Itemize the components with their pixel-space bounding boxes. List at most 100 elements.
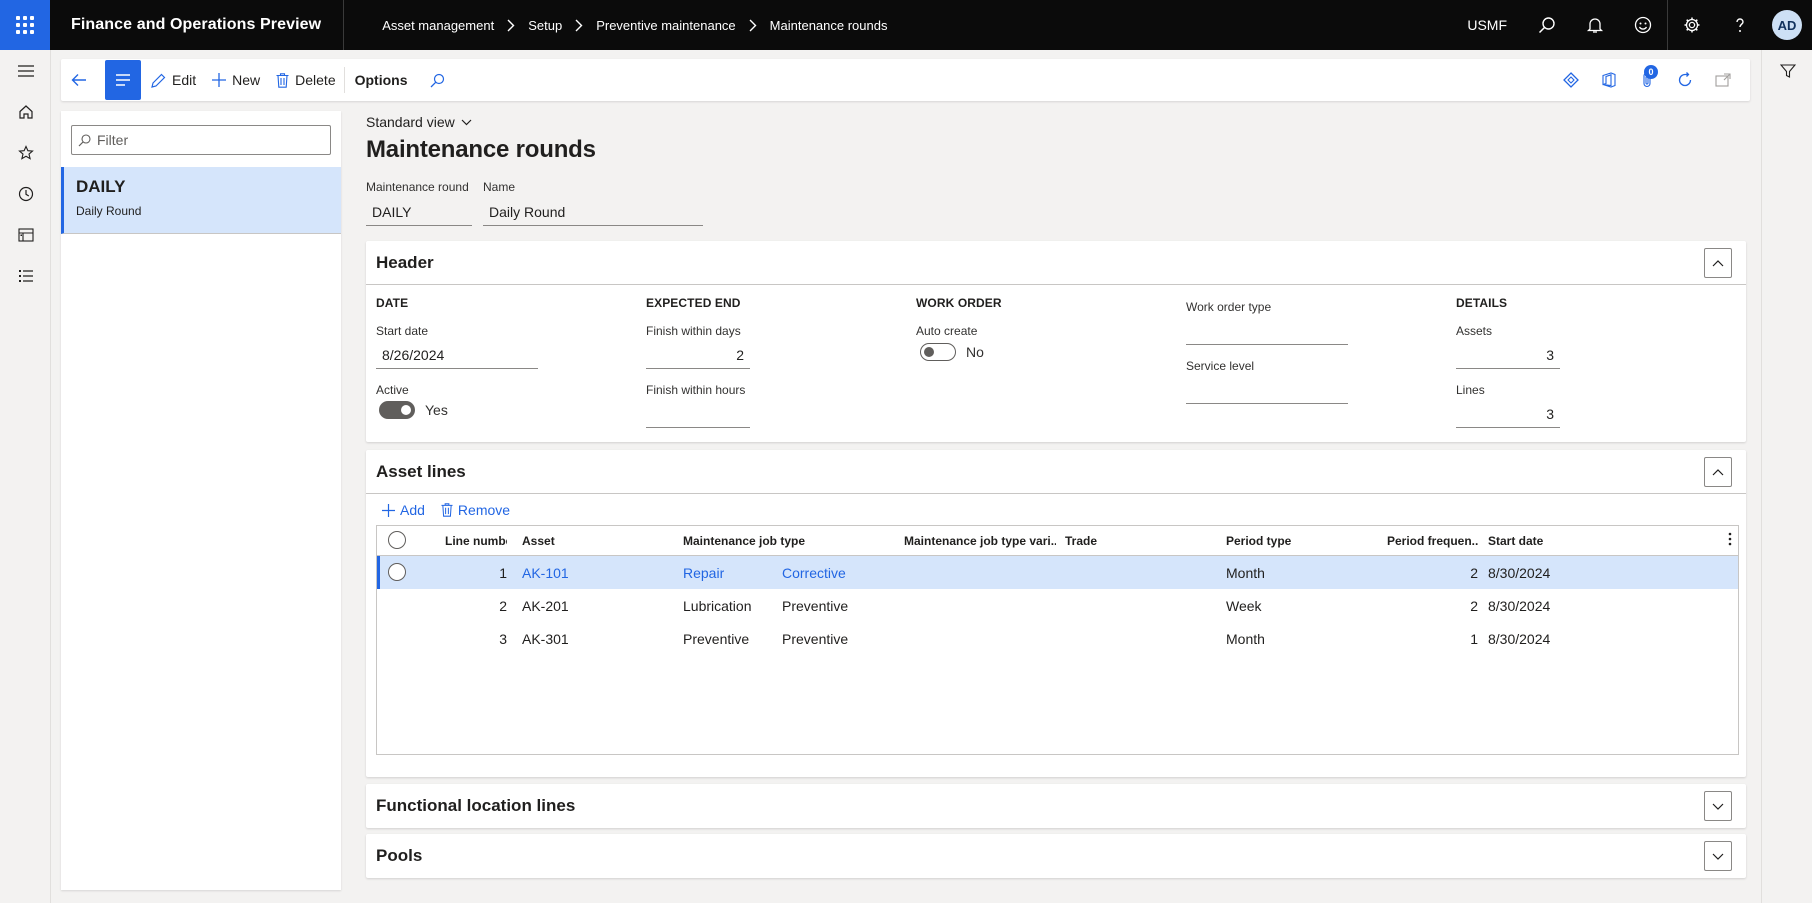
expand-functional-location-button[interactable]	[1704, 791, 1732, 821]
work-order-type-field[interactable]	[1186, 318, 1348, 345]
column-header-line-number[interactable]: Line number	[445, 534, 507, 548]
finish-within-hours-field[interactable]	[646, 401, 750, 428]
cell-asset[interactable]: AK-201	[522, 598, 569, 614]
collapse-header-button[interactable]	[1704, 248, 1732, 278]
new-button[interactable]: New	[204, 59, 268, 101]
back-button[interactable]	[61, 59, 103, 101]
nav-recent[interactable]	[0, 173, 51, 214]
functional-location-section-title[interactable]: Functional location lines	[366, 784, 1746, 828]
column-header-period-type[interactable]: Period type	[1226, 534, 1291, 548]
maintenance-round-field[interactable]: DAILY	[366, 199, 472, 226]
filter-pane-button[interactable]	[1762, 50, 1812, 91]
column-options-button[interactable]	[1728, 532, 1732, 549]
diamond-icon	[1563, 72, 1579, 88]
asset-lines-section-title[interactable]: Asset lines	[366, 450, 1746, 494]
cell-asset-link[interactable]: AK-101	[522, 565, 569, 581]
office-button[interactable]	[1590, 59, 1628, 101]
table-row[interactable]: 2 AK-201 Lubrication Preventive Week 2 8…	[377, 589, 1738, 622]
cell-variant[interactable]: Preventive	[782, 598, 848, 614]
filter-input[interactable]: Filter	[71, 125, 331, 155]
search-button[interactable]	[1523, 0, 1571, 50]
header-section-title[interactable]: Header	[366, 241, 1746, 285]
edit-button[interactable]: Edit	[143, 59, 204, 101]
list-item[interactable]: DAILY Daily Round	[61, 167, 341, 234]
auto-create-toggle[interactable]: No	[916, 343, 1116, 362]
nav-home[interactable]	[0, 91, 51, 132]
cell-variant[interactable]: Preventive	[782, 631, 848, 647]
app-title[interactable]: Finance and Operations Preview	[50, 0, 345, 50]
plus-icon	[382, 503, 395, 517]
nav-workspaces[interactable]	[0, 214, 51, 255]
app-launcher-button[interactable]	[0, 0, 50, 50]
finish-within-hours-label: Finish within hours	[646, 383, 746, 397]
service-level-field[interactable]	[1186, 377, 1348, 404]
power-apps-button[interactable]	[1552, 59, 1590, 101]
nav-menu-button[interactable]	[0, 50, 51, 91]
breadcrumb-preventive-maintenance[interactable]: Preventive maintenance	[596, 18, 735, 33]
help-button[interactable]	[1716, 0, 1764, 50]
chevron-down-icon	[1712, 853, 1724, 860]
more-vertical-icon	[1728, 532, 1732, 546]
chevron-down-icon	[461, 119, 472, 125]
view-selector-label: Standard view	[366, 114, 455, 130]
open-new-window-button[interactable]	[1704, 59, 1742, 101]
table-row[interactable]: 1 AK-101 Repair Corrective Month 2 8/30/…	[377, 556, 1738, 589]
settings-button[interactable]	[1668, 0, 1716, 50]
refresh-button[interactable]	[1666, 59, 1704, 101]
feedback-button[interactable]	[1619, 0, 1667, 50]
column-header-trade[interactable]: Trade	[1065, 534, 1097, 548]
notifications-button[interactable]	[1571, 0, 1619, 50]
cell-period-type: Week	[1226, 597, 1262, 614]
asset-lines-grid: Line number Asset Maintenance job type M…	[376, 525, 1739, 755]
list-item-code: DAILY	[76, 177, 126, 196]
cell-job-type[interactable]: Lubrication	[683, 598, 752, 614]
cell-period-type: Month	[1226, 564, 1265, 581]
new-label: New	[232, 72, 261, 88]
column-header-start-date[interactable]: Start date	[1488, 534, 1543, 548]
active-toggle[interactable]: Yes	[376, 401, 576, 420]
nav-modules[interactable]	[0, 255, 51, 296]
finish-within-days-label: Finish within days	[646, 324, 741, 338]
nav-favorites[interactable]	[0, 132, 51, 173]
active-value: Yes	[425, 402, 448, 419]
breadcrumb-maintenance-rounds[interactable]: Maintenance rounds	[770, 18, 888, 33]
remove-line-button[interactable]: Remove	[441, 502, 510, 518]
pools-section-title[interactable]: Pools	[366, 834, 1746, 878]
select-all-checkbox[interactable]	[388, 531, 406, 549]
breadcrumb-setup[interactable]: Setup	[528, 18, 562, 33]
lines-label: Lines	[1456, 383, 1485, 397]
remove-label: Remove	[457, 502, 511, 518]
action-search-button[interactable]	[416, 59, 465, 101]
start-date-field[interactable]: 8/26/2024	[376, 342, 538, 369]
column-header-asset[interactable]: Asset	[522, 534, 555, 548]
avatar[interactable]: AD	[1772, 10, 1802, 40]
column-header-job-type[interactable]: Maintenance job type	[683, 534, 805, 548]
options-tab[interactable]: Options	[343, 67, 416, 93]
name-field[interactable]: Daily Round	[483, 199, 703, 226]
cell-variant-link[interactable]: Corrective	[782, 565, 846, 581]
cell-job-type-link[interactable]: Repair	[683, 565, 724, 581]
list-view-toggle-button[interactable]	[105, 60, 141, 100]
cell-asset[interactable]: AK-301	[522, 631, 569, 647]
column-header-job-type-variant[interactable]: Maintenance job type vari...	[904, 534, 1056, 548]
finish-within-days-field[interactable]: 2	[646, 342, 750, 369]
view-selector[interactable]: Standard view	[366, 114, 1746, 130]
delete-button[interactable]: Delete	[268, 59, 343, 101]
cell-line-number: 2	[499, 597, 507, 614]
row-select-radio[interactable]	[388, 563, 406, 581]
table-row[interactable]: 3 AK-301 Preventive Preventive Month 1 8…	[377, 622, 1738, 655]
trash-icon	[441, 503, 453, 517]
office-icon	[1602, 72, 1616, 88]
cell-start-date: 8/30/2024	[1488, 597, 1551, 614]
chevron-right-icon	[575, 19, 583, 32]
expand-pools-button[interactable]	[1704, 841, 1732, 871]
company-selector[interactable]: USMF	[1467, 17, 1507, 33]
funnel-icon	[1779, 63, 1796, 78]
attachments-button[interactable]: 0	[1628, 59, 1666, 101]
column-header-period-frequency[interactable]: Period frequen...	[1387, 534, 1478, 548]
breadcrumb-asset-management[interactable]: Asset management	[382, 18, 494, 33]
add-line-button[interactable]: Add	[382, 502, 425, 518]
cell-job-type[interactable]: Preventive	[683, 631, 749, 647]
collapse-asset-lines-button[interactable]	[1704, 457, 1732, 487]
smiley-icon	[1634, 16, 1652, 34]
